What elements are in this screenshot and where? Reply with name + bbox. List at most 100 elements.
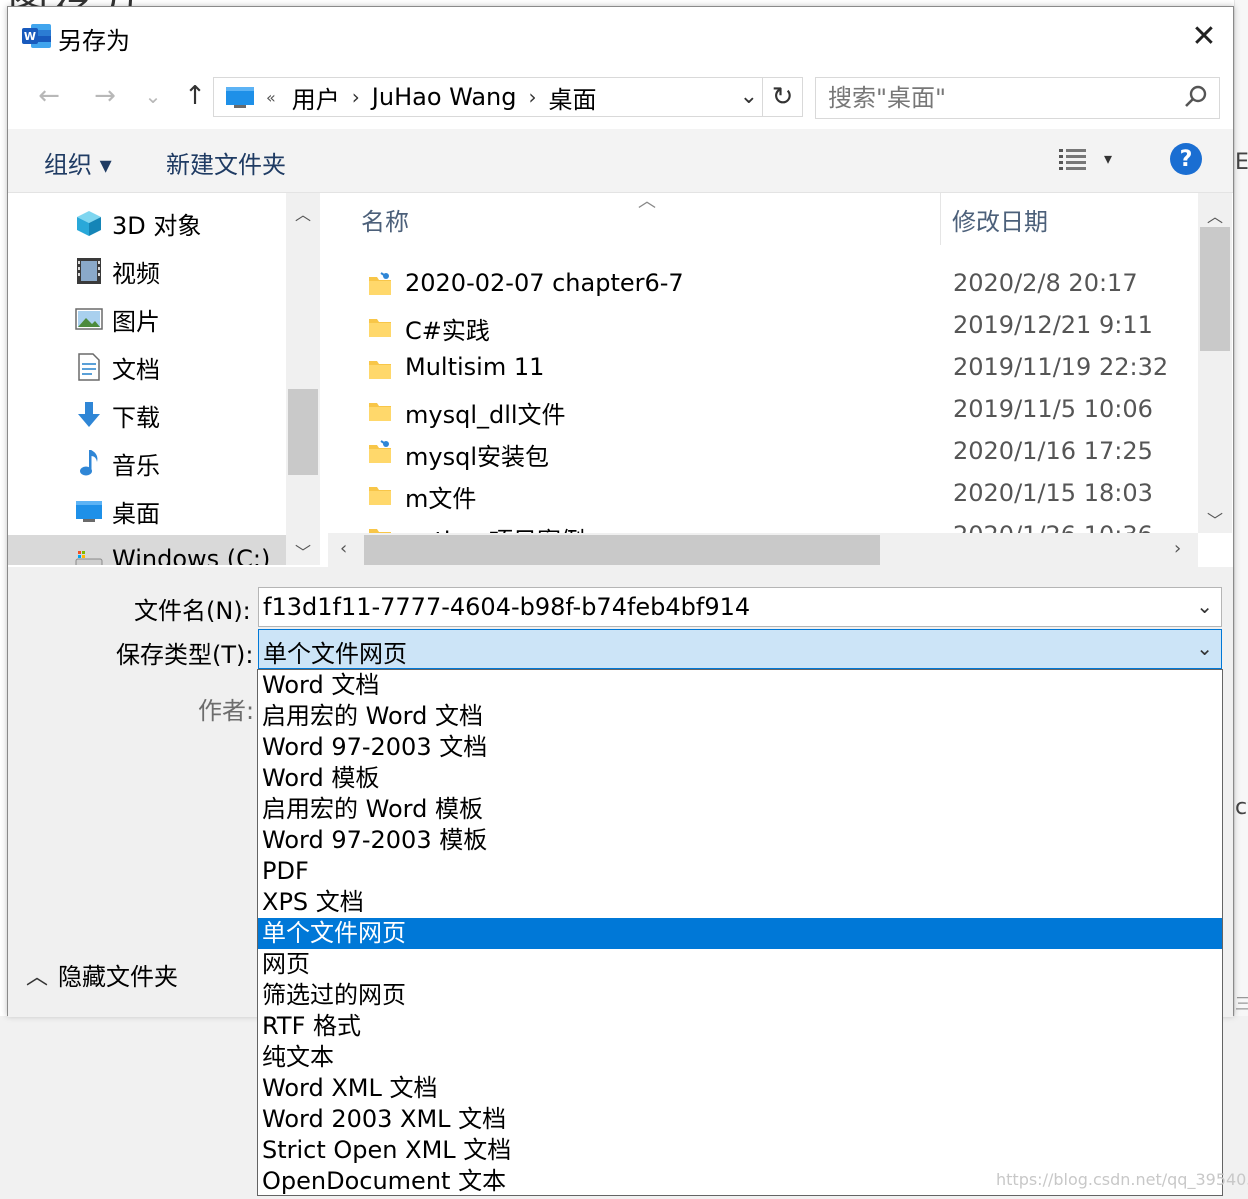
scrollbar-thumb[interactable] (364, 535, 880, 565)
nav-item-music[interactable]: 音乐 (8, 439, 286, 487)
file-row[interactable]: m文件 2020/1/15 18:03 (328, 473, 1198, 515)
up-button[interactable]: ↑ (178, 79, 212, 113)
nav-item-3d-objects[interactable]: 3D 对象 (8, 199, 286, 247)
organize-button[interactable]: 组织 ▾ (44, 145, 112, 180)
navigation-bar: ← → ⌄ ↑ « 用户 › JuHao Wang › 桌面 ⌄ ↻ (8, 65, 1233, 129)
nav-item-label: 图片 (112, 307, 160, 336)
file-row[interactable]: Multisim 11 2019/11/19 22:32 (328, 347, 1198, 389)
nav-item-videos[interactable]: 视频 (8, 247, 286, 295)
breadcrumb: 用户 › JuHao Wang › 桌面 (276, 80, 597, 115)
save-type-option[interactable]: Word 97-2003 模板 (258, 825, 1222, 856)
breadcrumb-desktop[interactable]: 桌面 (549, 80, 597, 115)
nav-item-documents[interactable]: 文档 (8, 343, 286, 391)
save-type-option[interactable]: Word 97-2003 文档 (258, 732, 1222, 763)
close-button[interactable]: ✕ (1175, 7, 1233, 65)
save-type-option[interactable]: PDF (258, 856, 1222, 887)
background-fragment-cv: cv (1235, 795, 1248, 820)
file-name: m文件 (405, 485, 477, 513)
shared-folder-icon (369, 440, 391, 463)
recent-locations-button[interactable]: ⌄ (136, 79, 170, 113)
breadcrumb-users[interactable]: 用户 (292, 80, 340, 115)
file-name: mysql_dll文件 (405, 401, 566, 429)
scroll-up-icon[interactable]: ︿ (1198, 203, 1232, 227)
scrollbar-thumb[interactable] (288, 389, 318, 475)
hide-folders-button[interactable]: ︿ 隐藏文件夹 (26, 957, 178, 992)
save-type-option[interactable]: 网页 (258, 949, 1222, 980)
column-header-date[interactable]: 修改日期 (952, 193, 1048, 245)
navigation-pane: 3D 对象 视频 图片 文档 下载 音乐 桌面 Windows (C:) (8, 193, 286, 565)
help-button[interactable]: ? (1170, 143, 1202, 175)
file-date: 2020/2/8 20:17 (953, 269, 1138, 297)
view-options-icon[interactable] (1058, 147, 1088, 173)
save-type-option[interactable]: XPS 文档 (258, 887, 1222, 918)
address-overflow-icon[interactable]: « (266, 88, 276, 107)
nav-item-windows-c[interactable]: Windows (C:) (8, 535, 286, 565)
save-type-option[interactable]: 启用宏的 Word 模板 (258, 794, 1222, 825)
breadcrumb-user[interactable]: JuHao Wang (372, 83, 517, 111)
file-row[interactable]: mysql安装包 2020/1/16 17:25 (328, 431, 1198, 473)
filename-field: ⌄ (258, 587, 1222, 627)
save-type-option[interactable]: RTF 格式 (258, 1011, 1222, 1042)
save-type-option-selected[interactable]: 单个文件网页 (258, 918, 1222, 949)
save-type-option[interactable]: Word XML 文档 (258, 1073, 1222, 1104)
drive-icon (74, 545, 104, 565)
scroll-down-icon[interactable]: ﹀ (1198, 507, 1232, 531)
nav-item-label: 3D 对象 (112, 211, 202, 240)
pictures-icon (74, 305, 104, 333)
nav-item-pictures[interactable]: 图片 (8, 295, 286, 343)
nav-item-downloads[interactable]: 下载 (8, 391, 286, 439)
file-list-horizontal-scrollbar[interactable]: ‹ › (328, 533, 1198, 567)
nav-item-label: 下载 (112, 403, 160, 432)
save-type-option[interactable]: Strict Open XML 文档 (258, 1135, 1222, 1166)
view-dropdown-button[interactable]: ▾ (1104, 149, 1112, 168)
refresh-button[interactable]: ↻ (762, 77, 802, 117)
chevron-up-icon: ︿ (26, 964, 49, 990)
file-row[interactable]: python项目案例 2020/1/26 10:36 (328, 515, 1198, 533)
filename-label: 文件名(N): (134, 597, 251, 625)
folder-icon (369, 319, 391, 337)
hide-folders-label: 隐藏文件夹 (58, 963, 179, 991)
file-name: Multisim 11 (405, 353, 545, 381)
chevron-down-icon[interactable]: ⌄ (1196, 594, 1213, 618)
desktop-location-icon (226, 87, 254, 108)
folder-icon (369, 529, 391, 533)
scroll-left-icon[interactable]: ‹ (340, 538, 347, 559)
save-type-option[interactable]: Word 文档 (258, 670, 1222, 701)
chevron-down-icon[interactable]: ⌄ (1196, 636, 1213, 660)
navigation-pane-scrollbar[interactable]: ︿ ﹀ (286, 193, 320, 565)
folder-icon (369, 403, 391, 421)
save-type-option[interactable]: 启用宏的 Word 文档 (258, 701, 1222, 732)
nav-item-desktop[interactable]: 桌面 (8, 487, 286, 535)
scroll-up-icon[interactable]: ︿ (286, 201, 320, 225)
address-dropdown-icon[interactable]: ⌄ (740, 84, 758, 109)
address-bar[interactable]: « 用户 › JuHao Wang › 桌面 ⌄ ↻ (213, 77, 803, 117)
file-row[interactable]: mysql_dll文件 2019/11/5 10:06 (328, 389, 1198, 431)
filename-input[interactable] (259, 592, 1159, 622)
file-list-vertical-scrollbar[interactable]: ︿ ﹀ (1198, 193, 1232, 533)
breadcrumb-separator-icon[interactable]: › (352, 85, 360, 109)
save-type-option[interactable]: Word 2003 XML 文档 (258, 1104, 1222, 1135)
new-folder-button[interactable]: 新建文件夹 (166, 145, 286, 180)
save-type-option[interactable]: Word 模板 (258, 763, 1222, 794)
scroll-down-icon[interactable]: ﹀ (286, 539, 320, 563)
sort-ascending-icon: ︿ (638, 193, 656, 212)
search-input[interactable] (826, 83, 1176, 113)
scroll-right-icon[interactable]: › (1174, 538, 1181, 559)
search-icon[interactable] (1183, 84, 1209, 110)
folder-icon (369, 361, 391, 379)
nav-item-label: 桌面 (112, 499, 160, 528)
column-divider[interactable] (940, 193, 941, 245)
breadcrumb-separator-icon[interactable]: › (529, 85, 537, 109)
save-type-option[interactable]: 筛选过的网页 (258, 980, 1222, 1011)
forward-button[interactable]: → (88, 79, 122, 113)
search-box (815, 77, 1220, 119)
save-type-select[interactable]: 单个文件网页 ⌄ (258, 629, 1222, 669)
file-row[interactable]: 2020-02-07 chapter6-7 2020/2/8 20:17 (328, 263, 1198, 305)
title-bar: W 另存为 ✕ (8, 7, 1233, 65)
file-list: ︿ 名称 修改日期 2020-02-07 chapter6-7 2020/2/8… (328, 193, 1198, 533)
column-header-name[interactable]: 名称 (361, 193, 409, 245)
scrollbar-thumb[interactable] (1200, 227, 1230, 351)
back-button[interactable]: ← (32, 79, 66, 113)
file-row[interactable]: C#实践 2019/12/21 9:11 (328, 305, 1198, 347)
save-type-option[interactable]: 纯文本 (258, 1042, 1222, 1073)
